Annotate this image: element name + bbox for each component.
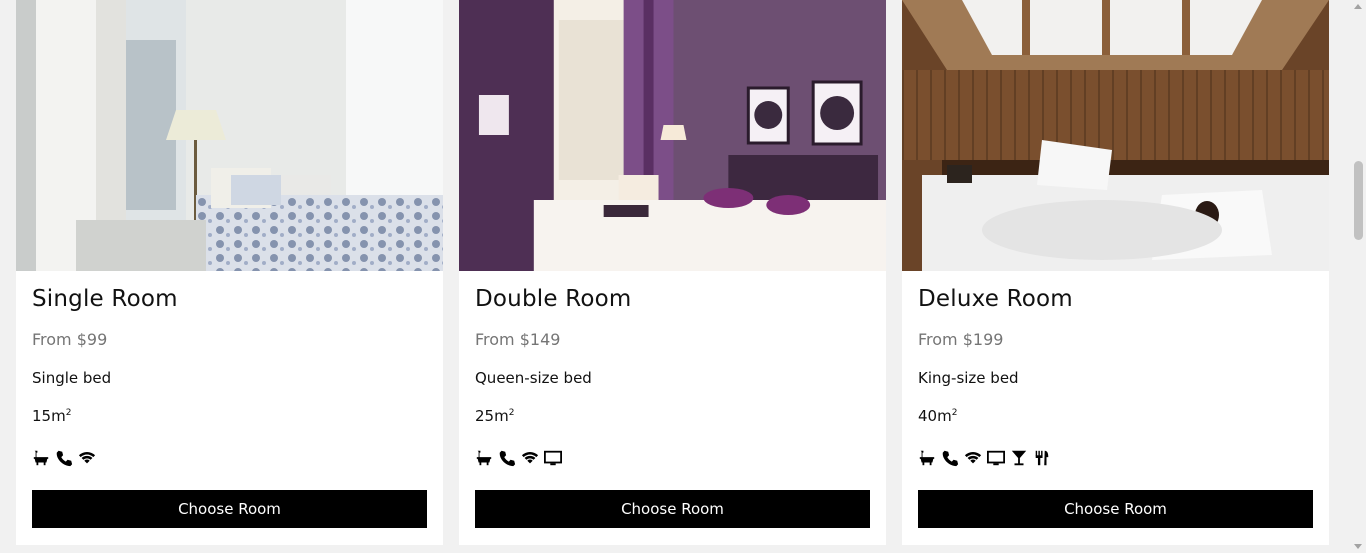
scroll-down-arrow-icon[interactable] bbox=[1354, 544, 1362, 549]
room-price: From $199 bbox=[918, 330, 1004, 349]
scroll-thumb[interactable] bbox=[1354, 161, 1363, 240]
choose-room-button[interactable]: Choose Room bbox=[32, 490, 427, 528]
room-card-single: Single Room From $99 Single bed 15m2 Cho… bbox=[16, 0, 443, 545]
bath-icon bbox=[918, 449, 936, 467]
bed-type: King-size bed bbox=[918, 369, 1019, 387]
page: Single Room From $99 Single bed 15m2 Cho… bbox=[0, 0, 1366, 553]
tv-icon bbox=[544, 449, 562, 467]
phone-icon bbox=[941, 449, 959, 467]
room-area-unit-sup: 2 bbox=[951, 408, 958, 418]
scroll-up-arrow-icon[interactable] bbox=[1354, 4, 1362, 9]
deluxe-room-photo bbox=[902, 0, 1329, 271]
cutlery-icon bbox=[1033, 449, 1051, 467]
room-area-value: 15m bbox=[32, 407, 66, 425]
amenity-icons bbox=[918, 448, 1051, 468]
single-room-photo bbox=[16, 0, 443, 271]
room-card-deluxe: Deluxe Room From $199 King-size bed 40m2 bbox=[902, 0, 1329, 545]
amenity-icons bbox=[475, 448, 562, 468]
vertical-scrollbar[interactable] bbox=[1351, 0, 1366, 553]
room-area: 15m2 bbox=[32, 407, 71, 425]
room-card-double: Double Room From $149 Queen-size bed 25m… bbox=[459, 0, 886, 545]
amenity-icons bbox=[32, 448, 96, 468]
room-area-value: 25m bbox=[475, 407, 509, 425]
room-cards: Single Room From $99 Single bed 15m2 Cho… bbox=[16, 0, 1329, 545]
bath-icon bbox=[32, 449, 50, 467]
bed-type: Single bed bbox=[32, 369, 112, 387]
choose-room-button[interactable]: Choose Room bbox=[475, 490, 870, 528]
wifi-icon bbox=[964, 449, 982, 467]
cocktail-icon bbox=[1010, 449, 1028, 467]
wifi-icon bbox=[521, 449, 539, 467]
room-price: From $99 bbox=[32, 330, 108, 349]
room-area-unit-sup: 2 bbox=[65, 408, 72, 418]
room-area: 40m2 bbox=[918, 407, 957, 425]
wifi-icon bbox=[78, 449, 96, 467]
room-title: Deluxe Room bbox=[918, 286, 1073, 312]
bed-type: Queen-size bed bbox=[475, 369, 592, 387]
room-area: 25m2 bbox=[475, 407, 514, 425]
room-title: Single Room bbox=[32, 286, 178, 312]
bath-icon bbox=[475, 449, 493, 467]
tv-icon bbox=[987, 449, 1005, 467]
room-title: Double Room bbox=[475, 286, 632, 312]
room-price: From $149 bbox=[475, 330, 561, 349]
phone-icon bbox=[498, 449, 516, 467]
phone-icon bbox=[55, 449, 73, 467]
choose-room-button[interactable]: Choose Room bbox=[918, 490, 1313, 528]
room-area-unit-sup: 2 bbox=[508, 408, 515, 418]
room-area-value: 40m bbox=[918, 407, 952, 425]
double-room-photo bbox=[459, 0, 886, 271]
